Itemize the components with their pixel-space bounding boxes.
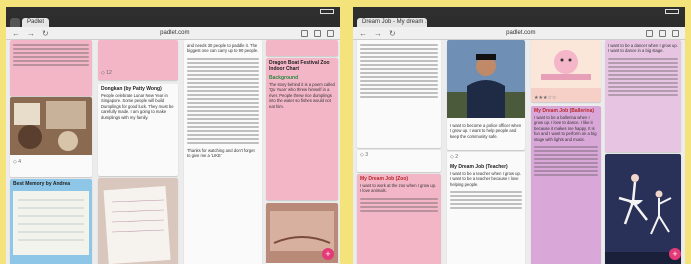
police-post-card[interactable]: I want to become a police officer when I… bbox=[447, 40, 525, 150]
battery-icon bbox=[665, 9, 679, 14]
photo-post-card[interactable]: ◇ 4 bbox=[10, 97, 92, 177]
like-count: 12 bbox=[106, 70, 112, 76]
photo-post-card[interactable]: ★★★☆☆ bbox=[531, 40, 601, 102]
text-post-card[interactable]: and needs 30 people to paddle it. The bi… bbox=[184, 40, 262, 264]
comment-icon[interactable]: ◇ bbox=[360, 152, 364, 158]
post-title: My Dream Job (Ballerina) bbox=[534, 108, 595, 114]
browser-toolbar: ← → ↻ padlet.com bbox=[6, 27, 340, 40]
ballerina-post-card[interactable]: My Dream Job (Ballerina) I want to be a … bbox=[531, 106, 601, 264]
left-tablet-screen: ​ Padlet ← → ↻ padlet.com ◇ 4 bbox=[6, 7, 340, 264]
tab-inactive[interactable]: ​ bbox=[10, 18, 20, 27]
text-post-card[interactable] bbox=[357, 40, 441, 148]
post-subtitle: Background bbox=[269, 75, 299, 81]
school-post-card[interactable]: Best Memory by Andrea bbox=[10, 179, 92, 264]
post-card[interactable] bbox=[10, 40, 92, 96]
back-icon[interactable]: ← bbox=[12, 29, 20, 38]
post-body: I want to become a police officer when I… bbox=[450, 123, 522, 139]
photo-post-card[interactable] bbox=[605, 154, 681, 264]
reload-icon[interactable]: ↻ bbox=[42, 29, 49, 38]
share-icon[interactable] bbox=[646, 29, 653, 37]
comment-icon[interactable]: ◇ bbox=[101, 70, 105, 76]
food-post-card[interactable]: Dongkan (by Patty Wong) People celebrate… bbox=[98, 84, 178, 176]
post-body: People celebrate Lunar New Year in Singa… bbox=[101, 93, 174, 120]
tabs-icon[interactable] bbox=[672, 29, 679, 37]
status-bar bbox=[6, 7, 340, 16]
add-post-button[interactable]: + bbox=[322, 248, 334, 260]
browser-toolbar: ← → ↻ padlet.com bbox=[353, 27, 685, 40]
tab-strip: ​ Padlet bbox=[6, 16, 340, 27]
add-tab-icon[interactable] bbox=[314, 29, 321, 37]
police-photo bbox=[447, 40, 525, 118]
add-tab-icon[interactable] bbox=[659, 29, 666, 37]
post-footer: Thanks for watching and don't forget to … bbox=[187, 147, 255, 159]
text-post-card[interactable]: I want to be a dancer when I grow up. I … bbox=[605, 40, 681, 152]
post-body: I want to be a teacher when I grow up. I… bbox=[450, 171, 521, 187]
post-body: I want to work at the zoo when I grow up… bbox=[360, 183, 437, 194]
post-body: I want to be a dancer when I grow up. I … bbox=[608, 43, 678, 54]
post-title: Dragon Boat Festival Zoo Indoor Chart bbox=[269, 60, 330, 72]
post-body: and needs 30 people to paddle it. The bi… bbox=[187, 43, 259, 54]
post-card[interactable]: ◇ 3 bbox=[357, 150, 441, 172]
festival-post-card[interactable]: Dragon Boat Festival Zoo Indoor Chart Ba… bbox=[266, 58, 338, 200]
forward-icon[interactable]: → bbox=[374, 29, 382, 38]
url-bar[interactable]: padlet.com bbox=[56, 30, 294, 36]
post-title: Dongkan (by Patty Wong) bbox=[101, 86, 162, 92]
battery-icon bbox=[320, 9, 334, 14]
tab-dream-job[interactable]: Dream Job - My dream ... bbox=[357, 18, 427, 27]
forward-icon[interactable]: → bbox=[27, 29, 35, 38]
post-title: My Dream Job (Zoo) bbox=[360, 176, 409, 182]
cartoon-image bbox=[531, 40, 601, 88]
comment-icon[interactable]: ◇ bbox=[13, 159, 17, 165]
padlet-board: ◇ 4 Best Memory by Andrea ◇ 12 Dongkan (… bbox=[6, 40, 340, 264]
teacher-post-card[interactable]: ◇ 2 My Dream Job (Teacher) I want to be … bbox=[447, 152, 525, 264]
like-count: 3 bbox=[365, 152, 369, 158]
post-title: Best Memory by Andrea bbox=[13, 181, 71, 187]
share-icon[interactable] bbox=[301, 29, 308, 37]
paper-photo bbox=[98, 178, 178, 264]
back-icon[interactable]: ← bbox=[359, 29, 367, 38]
rating-stars[interactable]: ★★★☆☆ bbox=[531, 93, 601, 102]
url-bar[interactable]: padlet.com bbox=[403, 30, 639, 36]
padlet-board: ◇ 3 My Dream Job (Zoo) I want to work at… bbox=[353, 40, 685, 264]
tab-strip: Dream Job - My dream ... bbox=[353, 16, 685, 27]
food-photo bbox=[10, 97, 92, 155]
post-card[interactable] bbox=[266, 40, 338, 56]
post-body: The story behind it is a poem called 'Qu… bbox=[269, 82, 335, 109]
right-tablet-screen: Dream Job - My dream ... ← → ↻ padlet.co… bbox=[353, 7, 685, 264]
post-title: My Dream Job (Teacher) bbox=[450, 164, 508, 170]
like-count: 4 bbox=[18, 159, 22, 165]
comment-icon[interactable]: ◇ bbox=[450, 154, 454, 160]
post-card[interactable]: ◇ 12 bbox=[98, 40, 178, 80]
reload-icon[interactable]: ↻ bbox=[389, 29, 396, 38]
ballet-photo bbox=[605, 154, 681, 264]
tab-padlet[interactable]: Padlet bbox=[22, 18, 50, 27]
add-post-button[interactable]: + bbox=[669, 248, 681, 260]
like-count: 2 bbox=[455, 154, 459, 160]
status-bar bbox=[353, 7, 685, 16]
tabs-icon[interactable] bbox=[327, 29, 334, 37]
post-body: I want to be a ballerina when I grow up.… bbox=[534, 115, 597, 142]
zoo-post-card[interactable]: My Dream Job (Zoo) I want to work at the… bbox=[357, 174, 441, 264]
worksheet-photo bbox=[13, 191, 89, 255]
photo-post-card[interactable] bbox=[98, 178, 178, 264]
